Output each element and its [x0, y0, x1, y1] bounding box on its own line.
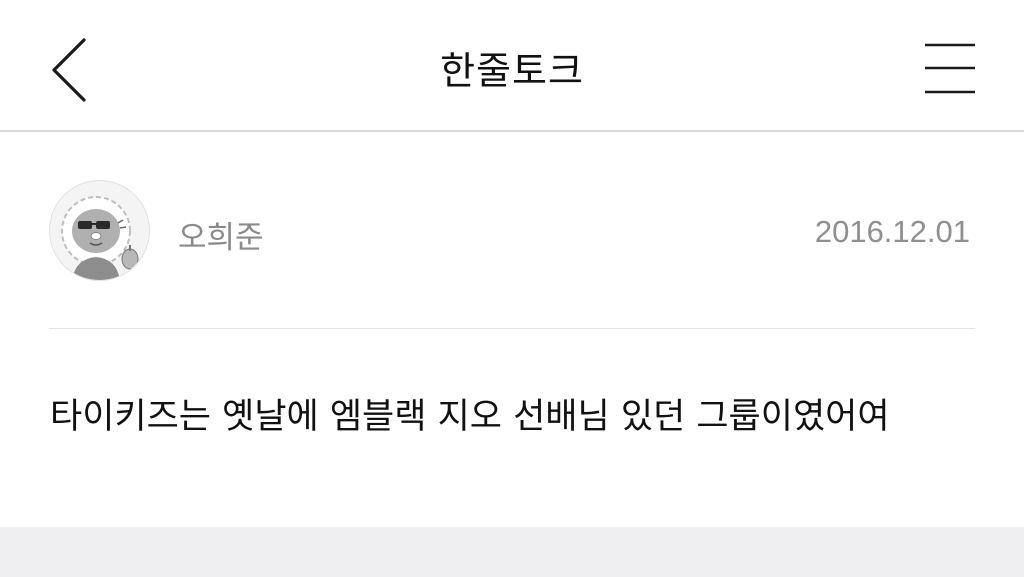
menu-button[interactable]	[912, 30, 992, 110]
post-date: 2016.12.01	[814, 214, 970, 249]
hamburger-menu-icon	[925, 43, 975, 94]
content-divider	[49, 328, 975, 329]
page-title: 한줄토크	[440, 49, 584, 93]
talk-detail-screen: 한줄토크 오희준 2016.12.01 타이키즈는 옛날에 엠블랙 지오 선배님…	[0, 0, 1024, 577]
post-header: 오희준 2016.12.01	[0, 132, 1024, 328]
avatar[interactable]	[49, 180, 150, 281]
bottom-separator	[0, 527, 1024, 577]
navigation-bar: 한줄토크	[0, 0, 1024, 131]
author-name: 오희준	[178, 220, 264, 256]
cartoon-avatar-icon	[61, 196, 139, 280]
post-message: 타이키즈는 옛날에 엠블랙 지오 선배님 있던 그룹이였어여	[50, 397, 890, 437]
